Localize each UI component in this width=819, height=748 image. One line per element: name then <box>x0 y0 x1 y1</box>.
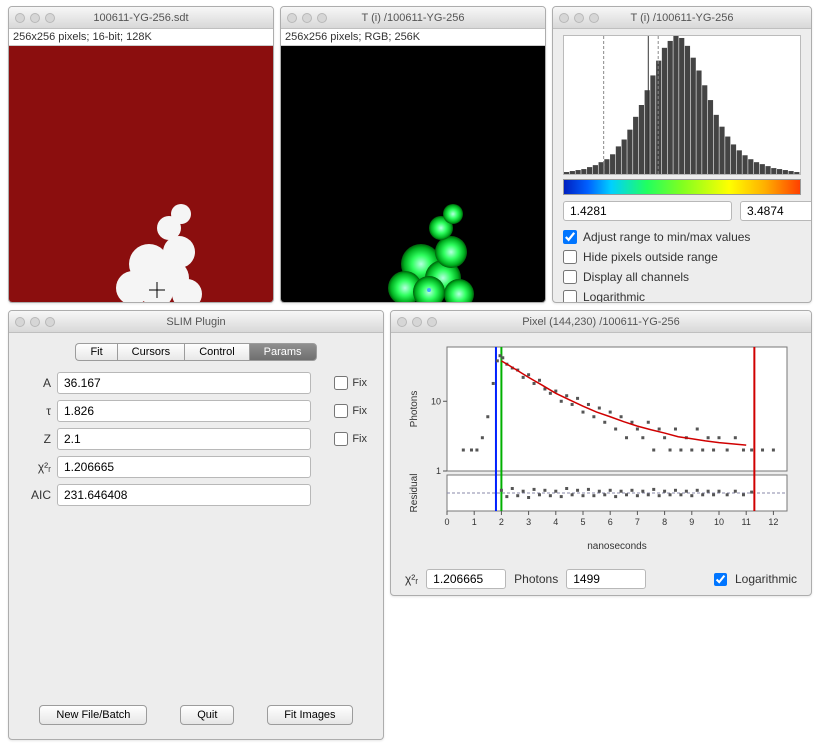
param-z-input[interactable] <box>57 428 311 450</box>
svg-text:3: 3 <box>526 517 531 527</box>
traffic-lights[interactable] <box>15 13 55 23</box>
tab-fit[interactable]: Fit <box>75 343 116 361</box>
chi2r-label: χ²ᵣ <box>405 572 418 586</box>
titlebar[interactable]: SLIM Plugin <box>9 311 383 333</box>
svg-text:Residual: Residual <box>409 474 420 513</box>
photons-output[interactable] <box>566 569 646 589</box>
log-label: Logarithmic <box>735 572 797 586</box>
adjust-range-label: Adjust range to min/max values <box>583 230 750 244</box>
titlebar[interactable]: T (i) /100611-YG-256 <box>281 7 545 29</box>
slim-plugin-window: SLIM Plugin Fit Cursors Control Params A… <box>8 310 384 740</box>
traffic-lights[interactable] <box>397 317 437 327</box>
param-a-label: A <box>25 376 51 390</box>
param-chi2r-input[interactable] <box>57 456 311 478</box>
tab-control[interactable]: Control <box>184 343 248 361</box>
svg-text:7: 7 <box>635 517 640 527</box>
range-min-input[interactable] <box>563 201 732 221</box>
fix-tau-checkbox[interactable] <box>334 404 348 418</box>
cells-graphic <box>281 46 545 303</box>
svg-text:1: 1 <box>436 466 441 476</box>
rgb-image-canvas[interactable] <box>281 46 545 303</box>
hide-pixels-checkbox[interactable] <box>563 250 577 264</box>
traffic-lights[interactable] <box>559 13 599 23</box>
image-info: 256x256 pixels; RGB; 256K <box>281 29 545 46</box>
svg-text:4: 4 <box>553 517 558 527</box>
display-all-checkbox[interactable] <box>563 270 577 284</box>
param-z-label: Z <box>25 432 51 446</box>
svg-text:5: 5 <box>580 517 585 527</box>
svg-text:2: 2 <box>499 517 504 527</box>
param-aic-input[interactable] <box>57 484 311 506</box>
svg-text:Photons: Photons <box>409 391 420 428</box>
range-max-input[interactable] <box>740 201 812 221</box>
tab-bar: Fit Cursors Control Params <box>9 333 383 369</box>
quit-button[interactable]: Quit <box>180 705 234 725</box>
traffic-lights[interactable] <box>15 317 55 327</box>
display-all-label: Display all channels <box>583 270 689 284</box>
raw-image-canvas[interactable] <box>9 46 273 303</box>
svg-text:10: 10 <box>431 396 441 406</box>
cells-graphic <box>9 46 273 303</box>
titlebar[interactable]: T (i) /100611-YG-256 <box>553 7 811 29</box>
svg-text:12: 12 <box>768 517 778 527</box>
fix-a-checkbox[interactable] <box>334 376 348 390</box>
svg-text:6: 6 <box>608 517 613 527</box>
svg-text:11: 11 <box>742 517 751 527</box>
param-a-input[interactable] <box>57 372 311 394</box>
log-checkbox[interactable] <box>714 573 727 586</box>
logarithmic-label: Logarithmic <box>583 290 645 303</box>
decay-chart[interactable]: 0123456789101112nanoseconds110PhotonsRes… <box>405 341 797 551</box>
svg-text:nanoseconds: nanoseconds <box>587 541 647 551</box>
tab-params[interactable]: Params <box>249 343 317 361</box>
raw-image-window: 100611-YG-256.sdt 256x256 pixels; 16-bit… <box>8 6 274 303</box>
tab-cursors[interactable]: Cursors <box>117 343 185 361</box>
param-tau-input[interactable] <box>57 400 311 422</box>
svg-text:1: 1 <box>472 517 477 527</box>
titlebar[interactable]: 100611-YG-256.sdt <box>9 7 273 29</box>
colormap-gradient[interactable] <box>563 179 801 195</box>
new-file-button[interactable]: New File/Batch <box>39 705 147 725</box>
fix-label: Fix <box>352 377 367 389</box>
svg-text:9: 9 <box>689 517 694 527</box>
image-info: 256x256 pixels; 16-bit; 128K <box>9 29 273 46</box>
traffic-lights[interactable] <box>287 13 327 23</box>
window-title: Pixel (144,230) /100611-YG-256 <box>391 316 811 328</box>
histogram-window: T (i) /100611-YG-256 Adjust range to min… <box>552 6 812 303</box>
svg-text:0: 0 <box>444 517 449 527</box>
logarithmic-checkbox[interactable] <box>563 290 577 303</box>
param-tau-label: τ <box>25 404 51 418</box>
svg-text:8: 8 <box>662 517 667 527</box>
rgb-image-window: T (i) /100611-YG-256 256x256 pixels; RGB… <box>280 6 546 303</box>
photons-label: Photons <box>514 572 558 586</box>
window-title: SLIM Plugin <box>9 316 383 328</box>
param-chi2r-label: χ²ᵣ <box>25 460 51 474</box>
hide-pixels-label: Hide pixels outside range <box>583 250 718 264</box>
adjust-range-checkbox[interactable] <box>563 230 577 244</box>
titlebar[interactable]: Pixel (144,230) /100611-YG-256 <box>391 311 811 333</box>
fit-images-button[interactable]: Fit Images <box>267 705 352 725</box>
pixel-window: Pixel (144,230) /100611-YG-256 012345678… <box>390 310 812 596</box>
fix-z-checkbox[interactable] <box>334 432 348 446</box>
histogram-canvas[interactable] <box>563 35 801 175</box>
param-aic-label: AIC <box>25 488 51 502</box>
chi2r-output[interactable] <box>426 569 506 589</box>
svg-text:10: 10 <box>714 517 724 527</box>
